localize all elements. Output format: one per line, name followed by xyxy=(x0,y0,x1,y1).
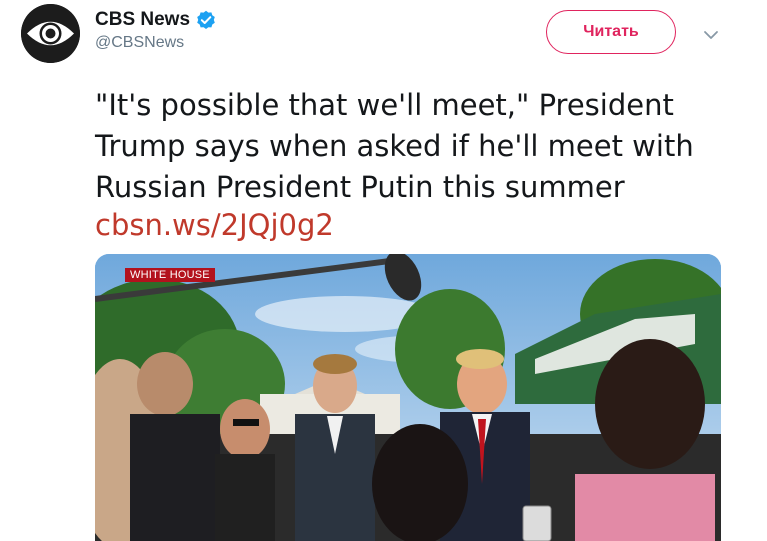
avatar[interactable] xyxy=(21,4,80,63)
news-scene-image xyxy=(95,254,721,541)
overlay-label: WHITE HOUSE xyxy=(125,268,215,282)
follow-button[interactable]: Читать xyxy=(546,10,676,54)
chevron-down-icon[interactable] xyxy=(700,24,722,46)
account-handle[interactable]: @CBSNews xyxy=(95,32,216,54)
tweet-header: CBS News @CBSNews Читать xyxy=(0,0,767,75)
cbs-eye-logo-icon xyxy=(21,4,80,63)
tweet-link[interactable]: cbsn.ws/2JQj0g2 xyxy=(95,205,334,246)
account-names: CBS News @CBSNews xyxy=(95,8,216,54)
tweet-text: "It's possible that we'll meet," Preside… xyxy=(95,88,694,204)
video-thumbnail[interactable]: WHITE HOUSE xyxy=(95,254,721,541)
display-name-row[interactable]: CBS News xyxy=(95,8,216,32)
display-name[interactable]: CBS News xyxy=(95,8,190,32)
verified-badge-icon xyxy=(196,10,216,30)
